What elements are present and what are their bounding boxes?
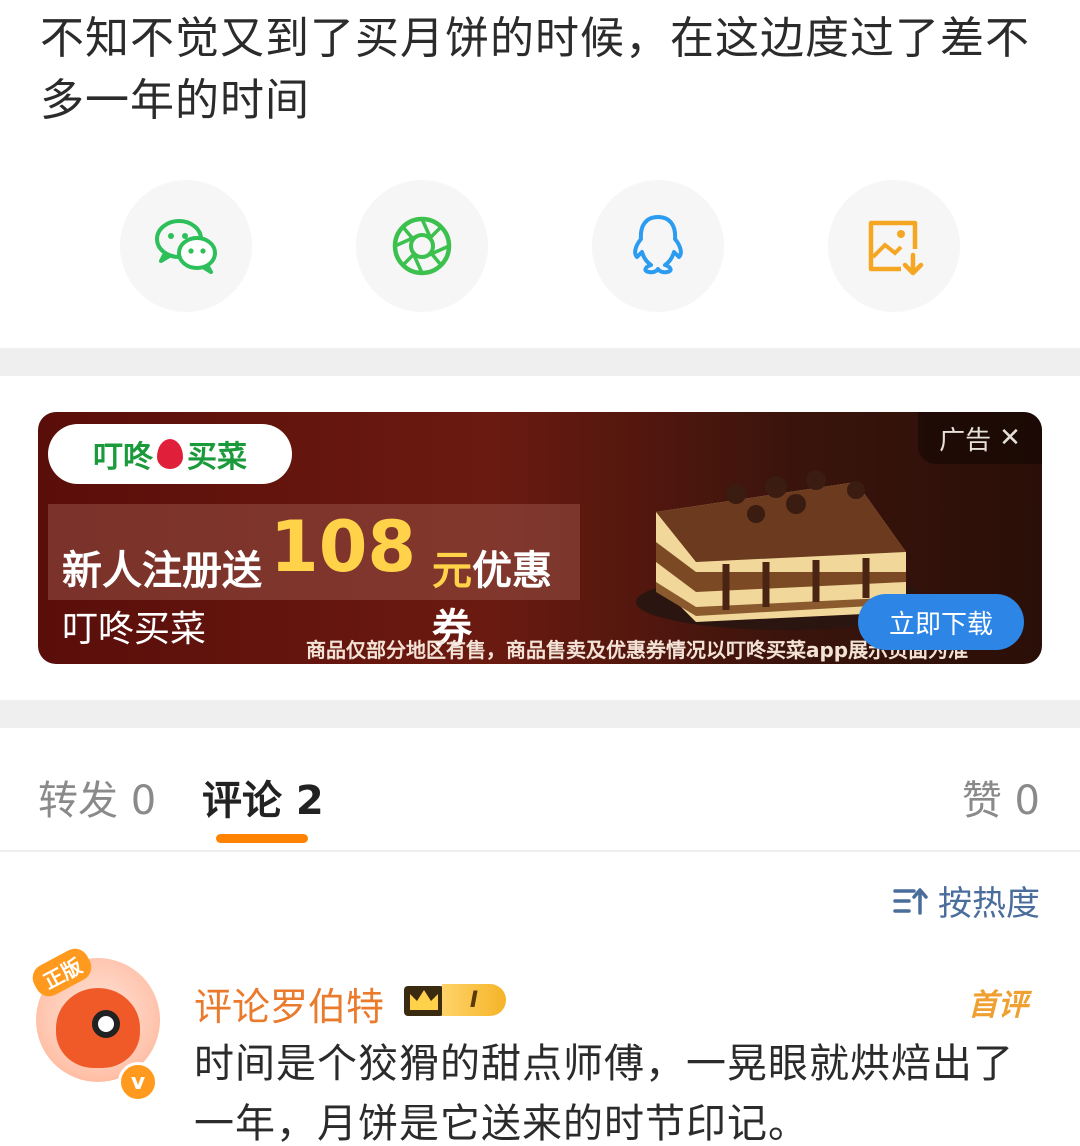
- ad-promo-unit-text: 元: [432, 548, 472, 594]
- comment-text: 时间是个狡猾的甜点师傅，一晃眼就烘焙出了一年，月饼是它送来的时节印记。: [194, 1041, 1014, 1146]
- avatar[interactable]: 正版 v: [27, 943, 160, 1102]
- active-tab-indicator: [216, 834, 308, 843]
- ad-logo-text: 叮咚: [93, 440, 153, 475]
- ad-logo-text: 买菜: [187, 440, 247, 475]
- ad-label-text: 广告: [939, 425, 992, 456]
- ad-promo-amount: 108: [270, 506, 417, 588]
- save-image-icon: [868, 220, 924, 276]
- close-icon[interactable]: ✕: [999, 423, 1021, 453]
- post-text: 不知不觉又到了买月饼的时候，在这边度过了差不多一年的时间: [40, 13, 1030, 126]
- share-qq-button[interactable]: [592, 180, 724, 312]
- sort-icon: [893, 887, 928, 915]
- section-divider: [0, 348, 1080, 376]
- tab-likes[interactable]: 赞 0: [962, 768, 1040, 826]
- ad-brand: 叮咚买菜: [62, 609, 207, 650]
- share-moments-button[interactable]: [356, 180, 488, 312]
- ad-promo-text: 新人注册送: [62, 548, 262, 594]
- tab-bar: 转发 0 评论 2 赞 0: [0, 760, 1080, 850]
- ad-label[interactable]: 广告 ✕: [918, 412, 1042, 464]
- user-badges: I: [402, 982, 506, 1018]
- first-comment-tag: 首评: [968, 988, 1028, 1023]
- share-row: [0, 180, 1080, 312]
- tab-repost[interactable]: 转发 0: [38, 768, 156, 826]
- comment-item: 正版 v 评论罗伯特 I 首评 时间是个狡猾的甜点师傅，一晃眼就烘焙出了一年，月…: [0, 943, 1080, 1146]
- moments-icon: [392, 216, 452, 276]
- crown-icon: [404, 986, 444, 1016]
- wechat-icon: [155, 219, 217, 274]
- sort-button[interactable]: 按热度: [892, 876, 1040, 925]
- avatar-eye: [92, 1010, 120, 1038]
- qq-icon: [633, 215, 683, 275]
- avatar-mascot: [56, 988, 140, 1068]
- download-button[interactable]: 立即下载: [858, 594, 1024, 650]
- tab-comments[interactable]: 评论 2: [202, 768, 324, 826]
- share-wechat-button[interactable]: [120, 180, 252, 312]
- comment-username[interactable]: 评论罗伯特: [194, 976, 384, 1031]
- ad-promo: 新人注册送 108 元优惠券: [48, 504, 580, 652]
- ad-banner[interactable]: 叮咚 买菜 新人注册送 108 元优惠券 叮咚买菜 商品仅部分地区有售，商品售卖…: [38, 412, 1042, 664]
- section-divider: [0, 700, 1080, 728]
- tab-bar-border: [0, 850, 1080, 852]
- ad-logo: 叮咚 买菜: [48, 424, 292, 484]
- level-badge: I: [442, 984, 506, 1016]
- sort-label: 按热度: [938, 884, 1040, 924]
- radish-icon: [157, 439, 183, 469]
- verified-icon: v: [118, 1062, 158, 1102]
- save-image-button[interactable]: [828, 180, 960, 312]
